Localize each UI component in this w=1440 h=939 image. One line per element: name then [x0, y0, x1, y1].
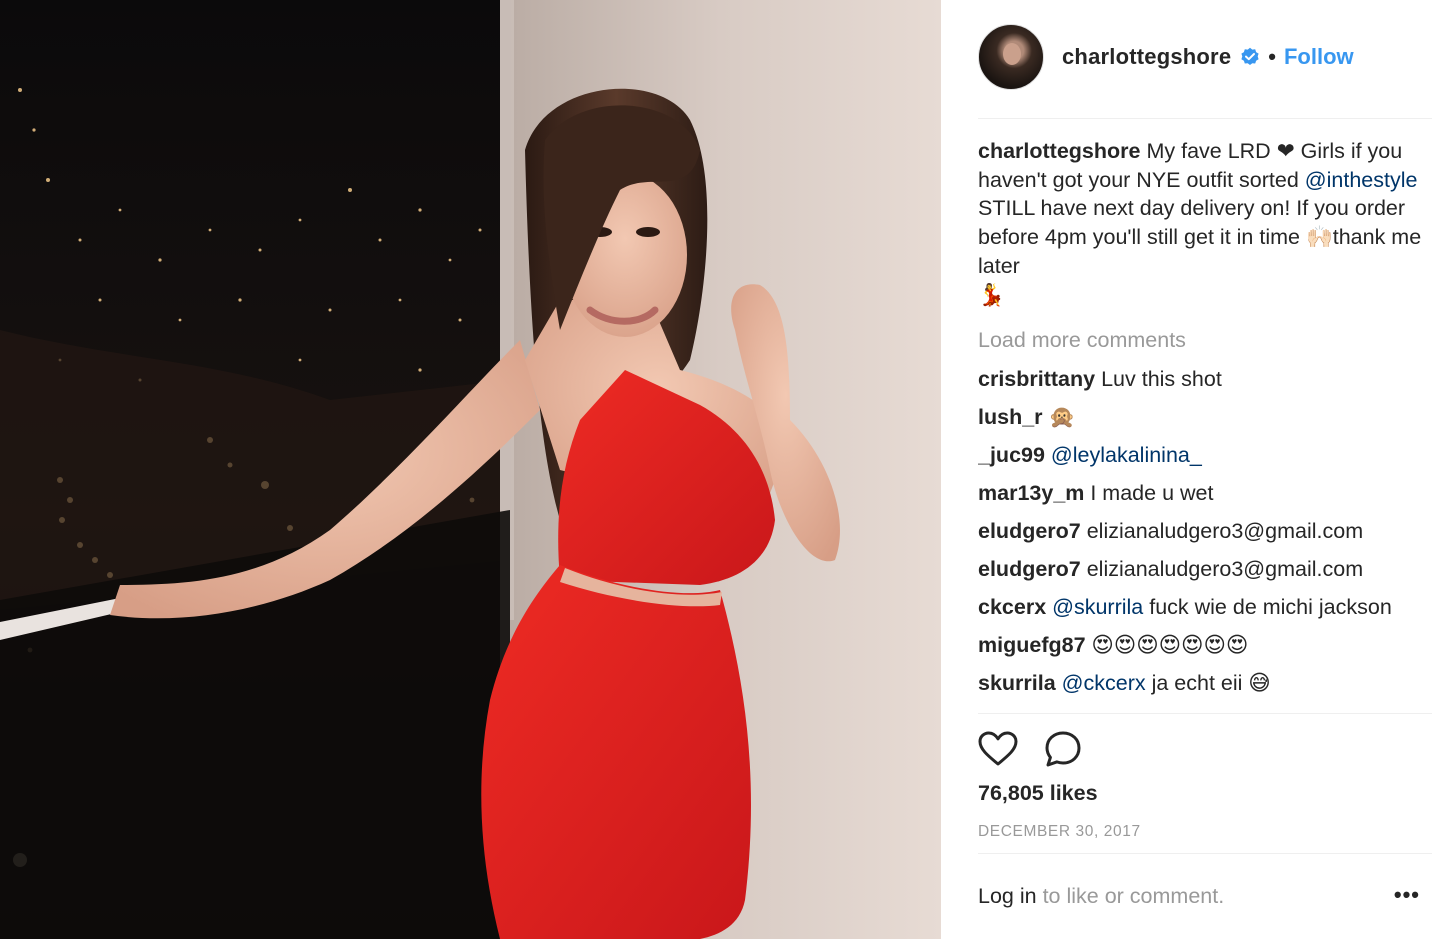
post-image	[0, 0, 941, 939]
post-date[interactable]: DECEMBER 30, 2017	[978, 823, 1141, 841]
comment-text: I made u wet	[1084, 480, 1214, 505]
comment-item: skurrila @ckcerx ja echt eii 😅	[978, 669, 1428, 698]
comment-text: elizianaludgero3@gmail.com	[1080, 556, 1364, 581]
caption-username[interactable]: charlottegshore	[978, 139, 1140, 163]
caption-text: My fave LRD	[1140, 139, 1277, 163]
raising-hands-emoji: 🙌🏻	[1305, 225, 1333, 250]
comment-username[interactable]: crisbrittany	[978, 367, 1095, 391]
comment-item: miguefg87 😍😍😍😍😍😍😍	[978, 631, 1428, 660]
follow-button[interactable]: Follow	[1284, 44, 1354, 70]
comment-text: fuck wie de michi jackson	[1143, 594, 1392, 619]
comment-item: mar13y_m I made u wet	[978, 479, 1428, 508]
comment-item: ckcerx @skurrila fuck wie de michi jacks…	[978, 593, 1428, 622]
comment-username[interactable]: eludgero7	[978, 519, 1081, 543]
comment-username[interactable]: mar13y_m	[978, 481, 1084, 505]
comments-list: charlottegshore My fave LRD ❤ Girls if y…	[978, 137, 1428, 713]
comment-icon[interactable]	[1044, 730, 1082, 768]
load-more-comments-button[interactable]: Load more comments	[978, 326, 1428, 355]
header-username[interactable]: charlottegshore	[1062, 44, 1231, 70]
login-prompt-text: to like or comment.	[1036, 884, 1225, 908]
login-link[interactable]: Log in	[978, 884, 1037, 908]
red-dress-skirt	[481, 565, 751, 939]
more-options-icon[interactable]: •••	[1394, 882, 1420, 908]
post-photo[interactable]	[0, 0, 941, 939]
heart-icon[interactable]	[978, 731, 1018, 767]
comment-mention[interactable]: @leylakalinina_	[1045, 443, 1202, 467]
action-bar	[978, 730, 1082, 768]
comment-item: eludgero7 elizianaludgero3@gmail.com	[978, 517, 1428, 546]
divider	[978, 118, 1432, 119]
heart-emoji: ❤	[1276, 139, 1295, 163]
comment-username[interactable]: skurrila	[978, 671, 1056, 695]
comment-text: ja echt eii 😅	[1145, 670, 1271, 695]
header-separator: •	[1268, 44, 1276, 69]
comment-item: crisbrittany Luv this shot	[978, 365, 1428, 394]
dancer-emoji: 💃	[978, 282, 1005, 307]
comment-text: Luv this shot	[1095, 366, 1222, 391]
comment-text: elizianaludgero3@gmail.com	[1080, 518, 1364, 543]
comment-text: 😍😍😍😍😍😍😍	[1085, 632, 1249, 657]
post-caption: charlottegshore My fave LRD ❤ Girls if y…	[978, 137, 1428, 309]
post-header: charlottegshore • Follow	[978, 24, 1432, 90]
comment-mention[interactable]: @ckcerx	[1056, 671, 1146, 695]
avatar[interactable]	[978, 24, 1044, 90]
comment-username[interactable]: _juc99	[978, 443, 1045, 467]
likes-count[interactable]: 76,805 likes	[978, 781, 1098, 806]
login-prompt: Log in to like or comment.	[978, 884, 1224, 909]
comment-item: _juc99 @leylakalinina_	[978, 441, 1428, 470]
comment-text: 🙊	[1042, 404, 1076, 429]
comment-mention[interactable]: @skurrila	[1046, 595, 1143, 619]
divider	[978, 713, 1432, 714]
comment-username[interactable]: ckcerx	[978, 595, 1046, 619]
comment-username[interactable]: eludgero7	[978, 557, 1081, 581]
divider	[978, 853, 1432, 854]
comment-item: lush_r 🙊	[978, 403, 1428, 432]
comment-item: eludgero7 elizianaludgero3@gmail.com	[978, 555, 1428, 584]
post-sidebar: charlottegshore • Follow charlottegshore…	[941, 0, 1440, 939]
comment-username[interactable]: miguefg87	[978, 633, 1086, 657]
verified-badge-icon	[1240, 47, 1260, 67]
caption-mention[interactable]: @inthestyle	[1305, 168, 1418, 192]
comment-username[interactable]: lush_r	[978, 405, 1043, 429]
